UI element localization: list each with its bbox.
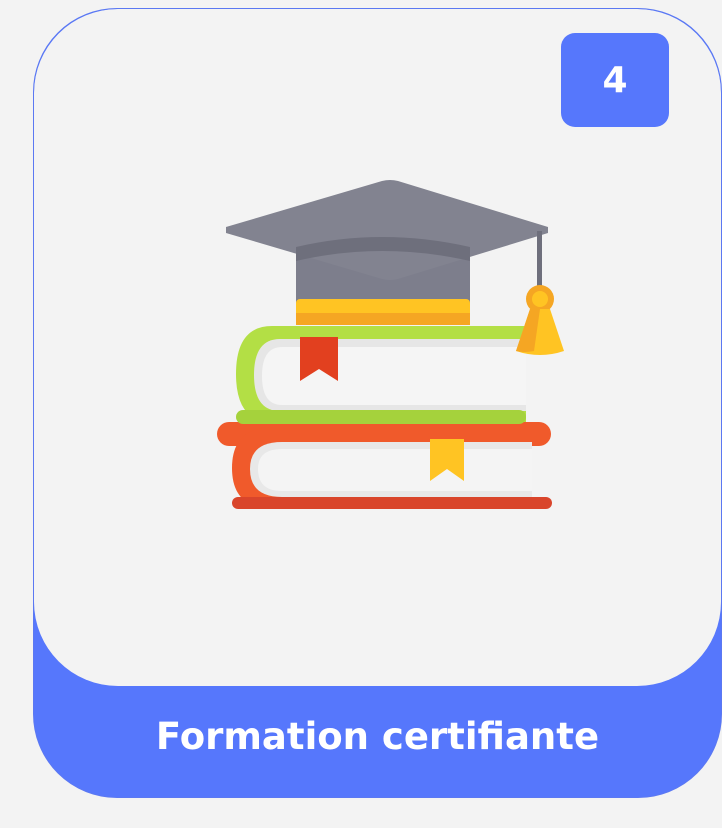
card-illustration-area: 4 — [34, 9, 721, 686]
step-number: 4 — [602, 59, 628, 101]
card-title: Formation certifiante — [155, 715, 600, 758]
step-number-badge: 4 — [561, 33, 669, 127]
graduation-cap-books-icon — [217, 180, 564, 509]
step-card: 4 Formation certifiante — [33, 8, 722, 798]
